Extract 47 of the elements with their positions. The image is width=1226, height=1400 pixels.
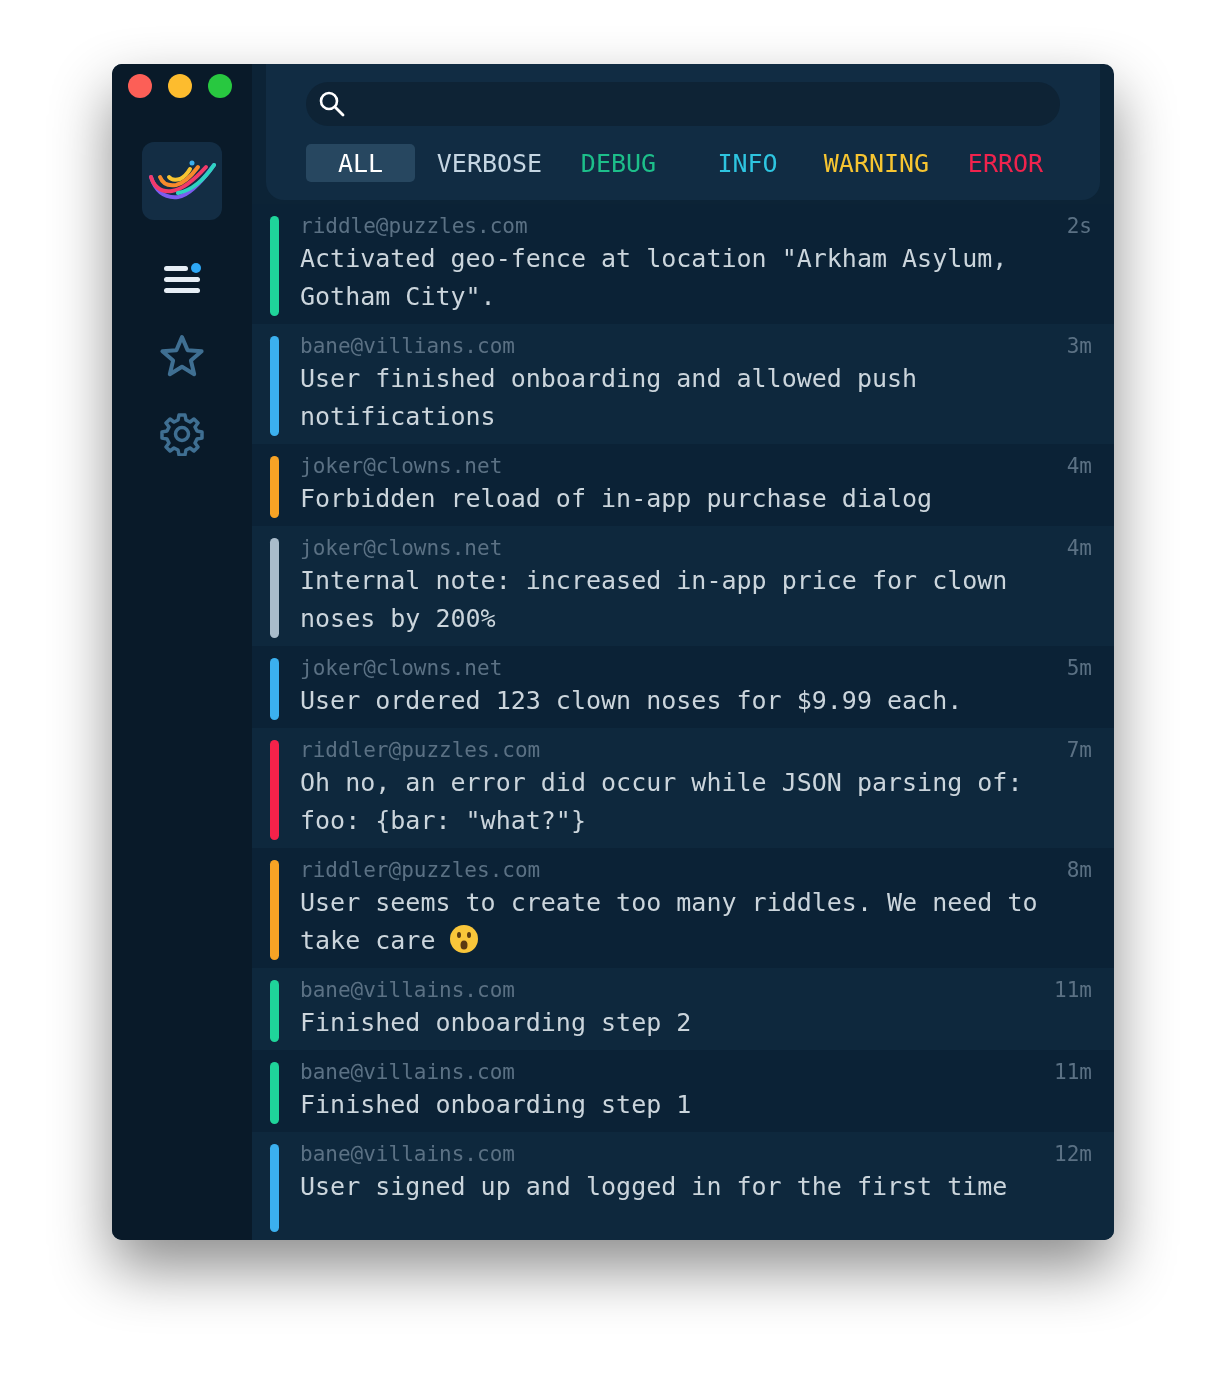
search-field[interactable] <box>306 82 1060 126</box>
log-user: riddler@puzzles.com <box>300 738 541 762</box>
filter-tab[interactable]: INFO <box>693 144 802 182</box>
log-message: User finished onboarding and allowed push notifications <box>300 363 919 433</box>
log-row[interactable]: joker@clowns.net 4m Internal note: increased in-app price for clown noses by 200% <box>252 526 1114 646</box>
log-time: 12m <box>1054 1142 1092 1166</box>
log-message: User seems to create too many riddles. We need to take care <box>300 887 1039 957</box>
log-message: Internal note: increased in-app price for clown noses by 200% <box>300 565 1009 635</box>
log-user: joker@clowns.net <box>300 454 503 478</box>
filter-tab[interactable]: VERBOSE <box>435 144 544 182</box>
log-time: 11m <box>1054 1060 1092 1084</box>
log-row[interactable]: bane@villains.com 11m Finished onboarding step 2 <box>252 968 1114 1050</box>
log-row[interactable]: bane@villains.com 12m User signed up and logged in for the first time <box>252 1132 1114 1240</box>
log-message: Activated geo-fence at location "Arkham Asylum, Gotham City". <box>300 243 1009 313</box>
close-button[interactable] <box>128 74 152 98</box>
log-user: joker@clowns.net <box>300 536 503 560</box>
log-time: 4m <box>1066 454 1092 478</box>
log-user: bane@villains.com <box>300 1060 515 1084</box>
log-user: riddle@puzzles.com <box>300 214 528 238</box>
log-message: Finished onboarding step 2 <box>300 1007 693 1039</box>
log-row[interactable]: riddler@puzzles.com 7m Oh no, an error did occur while JSON parsing of: foo: {bar: "what?"} <box>252 728 1114 848</box>
log-message: Forbidden reload of in-app purchase dialog <box>300 483 934 515</box>
log-row[interactable]: bane@villians.com 3m User finished onboarding and allowed push notifications <box>252 324 1114 444</box>
log-message: User signed up and logged in for the first time <box>300 1171 1009 1203</box>
log-time: 2s <box>1066 214 1092 238</box>
zoom-button[interactable] <box>208 74 232 98</box>
search-icon <box>318 90 346 118</box>
log-user: riddler@puzzles.com <box>300 858 541 882</box>
log-user: bane@villians.com <box>300 334 515 358</box>
log-time: 3m <box>1066 334 1092 358</box>
log-time: 8m <box>1066 858 1092 882</box>
log-time: 4m <box>1066 536 1092 560</box>
log-message: Finished onboarding step 1 <box>300 1089 693 1121</box>
settings-icon[interactable] <box>160 412 204 456</box>
log-time: 7m <box>1066 738 1092 762</box>
log-message: User ordered 123 clown noses for $9.99 each. <box>300 685 964 717</box>
log-user: bane@villains.com <box>300 1142 515 1166</box>
log-message: Oh no, an error did occur while JSON parsing of: foo: {bar: "what?"} <box>300 767 1024 837</box>
log-time: 11m <box>1054 978 1092 1002</box>
minimize-button[interactable] <box>168 74 192 98</box>
log-time: 5m <box>1066 656 1092 680</box>
filter-tab[interactable]: DEBUG <box>564 144 673 182</box>
log-user: bane@villains.com <box>300 978 515 1002</box>
log-user: joker@clowns.net <box>300 656 503 680</box>
filter-tab[interactable]: ALL <box>306 144 415 182</box>
filter-tab[interactable]: WARNING <box>822 144 931 182</box>
star-icon[interactable] <box>159 334 205 378</box>
